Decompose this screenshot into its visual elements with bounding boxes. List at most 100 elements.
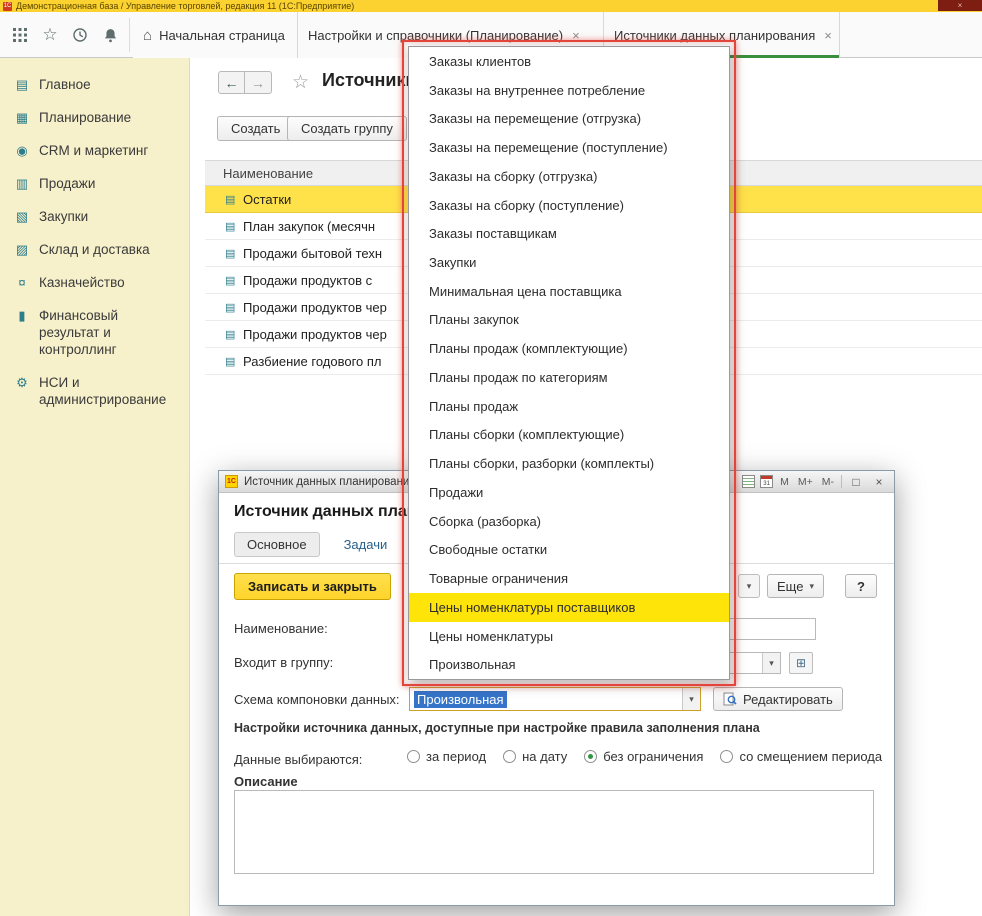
dropdown-item[interactable]: Заказы на перемещение (поступление) (409, 133, 729, 162)
sidebar-item-label: CRM и маркетинг (39, 142, 148, 159)
restore-window-icon[interactable]: □ (847, 474, 865, 490)
calc-m-plus-button[interactable]: M+ (796, 475, 815, 489)
calendar-icon[interactable]: 31 (760, 475, 773, 488)
data-select-label: Данные выбираются: (234, 752, 362, 767)
sidebar-item-label: Казначейство (39, 274, 125, 291)
group-choose-from-list-button[interactable]: ⊞ (789, 652, 813, 674)
window-close-button[interactable]: × (938, 0, 982, 11)
sidebar-item-treasury[interactable]: ¤Казначейство (0, 266, 189, 299)
split-button-arrow[interactable]: ▾ (738, 574, 760, 598)
app-logo-icon: 1С (3, 2, 12, 11)
data-source-icon: ▤ (225, 301, 243, 314)
dialog-titlebar-icons: 31 M M+ M- □ × (742, 474, 888, 490)
tab-home[interactable]: ⌂ Начальная страница (133, 12, 298, 58)
create-group-button[interactable]: Создать группу (287, 116, 407, 141)
row-label: Разбиение годового пл (243, 354, 382, 369)
sidebar-item-crm[interactable]: ◉CRM и маркетинг (0, 134, 189, 167)
dropdown-item[interactable]: Планы продаж (комплектующие) (409, 334, 729, 363)
sidebar-item-purchases[interactable]: ▧ Закупки (0, 200, 189, 233)
radio-bez-ogranicheniya[interactable]: без ограничения (584, 749, 703, 764)
calc-m-minus-button[interactable]: M- (820, 475, 836, 489)
schema-field-label: Схема компоновки данных: (234, 692, 400, 707)
notifications-bell-icon[interactable] (98, 23, 122, 47)
dropdown-item[interactable]: Заказы клиентов (409, 47, 729, 76)
dropdown-item[interactable]: Заказы на сборку (поступление) (409, 191, 729, 220)
sales-section-icon: ▥ (14, 175, 30, 192)
row-label: Продажи продуктов чер (243, 300, 387, 315)
help-button[interactable]: ? (845, 574, 877, 598)
sidebar-item-label: Закупки (39, 208, 88, 225)
service-menu-icon[interactable] (8, 23, 32, 47)
add-to-favorites-star-icon[interactable]: ☆ (292, 71, 309, 94)
dropdown-item[interactable]: Заказы на внутреннее потребление (409, 76, 729, 105)
dropdown-item[interactable]: Планы закупок (409, 306, 729, 335)
favorites-icon[interactable]: ☆ (38, 23, 62, 47)
sidebar-item-planning[interactable]: ▦Планирование (0, 101, 189, 134)
sidebar-item-nsi-admin[interactable]: ⚙НСИ и администрирование (0, 366, 189, 416)
radio-label: без ограничения (603, 749, 703, 764)
sidebar-item-label: Главное (39, 76, 91, 93)
schema-dropdown-arrow-icon[interactable]: ▾ (682, 688, 700, 710)
titlebar-separator (841, 475, 842, 488)
row-label: Остатки (243, 192, 291, 207)
dropdown-item[interactable]: Товарные ограничения (409, 564, 729, 593)
edit-schema-button[interactable]: Редактировать (713, 687, 843, 711)
section-sidebar: ▤Главное ▦Планирование ◉CRM и маркетинг … (0, 58, 190, 916)
row-label: Продажи продуктов чер (243, 327, 387, 342)
schema-combobox[interactable]: Произвольная ▾ (409, 687, 701, 711)
data-source-icon: ▤ (225, 328, 243, 341)
sidebar-item-main[interactable]: ▤Главное (0, 68, 189, 101)
more-button[interactable]: Еще ▾ (767, 574, 824, 598)
dropdown-item[interactable]: Свободные остатки (409, 535, 729, 564)
toolbar-separator (129, 18, 130, 52)
forward-button[interactable]: → (245, 71, 272, 94)
dropdown-item[interactable]: Планы продаж по категориям (409, 363, 729, 392)
dropdown-item[interactable]: Сборка (разборка) (409, 507, 729, 536)
dropdown-item[interactable]: Планы продаж (409, 392, 729, 421)
group-field-label: Входит в группу: (234, 655, 333, 670)
navigation-buttons: ← → (218, 71, 272, 94)
dropdown-item[interactable]: Цены номенклатуры (409, 622, 729, 651)
radio-so-smeshcheniem[interactable]: со смещением периода (720, 749, 882, 764)
history-icon[interactable] (68, 23, 92, 47)
admin-gear-icon: ⚙ (14, 374, 30, 408)
tab-close-icon[interactable]: × (824, 28, 832, 43)
tab-home-label: Начальная страница (159, 28, 285, 43)
dropdown-item[interactable]: Заказы на перемещение (отгрузка) (409, 104, 729, 133)
sidebar-item-financial-result[interactable]: ▮Финансовый результат и контроллинг (0, 299, 189, 366)
close-dialog-icon[interactable]: × (870, 474, 888, 490)
radio-circle-icon (407, 750, 420, 763)
tab-close-icon[interactable]: × (572, 28, 580, 43)
sidebar-item-warehouse[interactable]: ▨Склад и доставка (0, 233, 189, 266)
purchases-section-icon: ▧ (14, 208, 30, 225)
dropdown-item[interactable]: Минимальная цена поставщика (409, 277, 729, 306)
description-textarea[interactable] (234, 790, 874, 874)
form-tab-main[interactable]: Основное (234, 532, 320, 557)
radio-na-datu[interactable]: на дату (503, 749, 567, 764)
dropdown-item[interactable]: Заказы поставщикам (409, 219, 729, 248)
radio-za-period[interactable]: за период (407, 749, 486, 764)
data-select-radio-group: за период на дату без ограничения со сме… (407, 749, 882, 764)
back-button[interactable]: ← (218, 71, 245, 94)
dropdown-item-selected[interactable]: Цены номенклатуры поставщиков (409, 593, 729, 622)
data-source-icon: ▤ (225, 220, 243, 233)
data-source-icon: ▤ (225, 247, 243, 260)
dropdown-item[interactable]: Произвольная (409, 650, 729, 679)
dropdown-item[interactable]: Планы сборки, разборки (комплекты) (409, 449, 729, 478)
data-source-icon: ▤ (225, 193, 243, 206)
save-and-close-button[interactable]: Записать и закрыть (234, 573, 391, 600)
sidebar-item-sales[interactable]: ▥ Продажи (0, 167, 189, 200)
spreadsheet-icon[interactable] (742, 475, 755, 488)
dropdown-item[interactable]: Продажи (409, 478, 729, 507)
radio-label: со смещением периода (739, 749, 882, 764)
dropdown-item[interactable]: Планы сборки (комплектующие) (409, 421, 729, 450)
home-icon: ⌂ (143, 27, 152, 44)
1c-logo-icon: 1С (225, 475, 238, 488)
dropdown-item[interactable]: Заказы на сборку (отгрузка) (409, 162, 729, 191)
create-button[interactable]: Создать (217, 116, 294, 141)
group-dropdown-arrow-icon[interactable]: ▾ (762, 653, 780, 673)
calc-m-button[interactable]: M (778, 475, 791, 489)
sidebar-item-label: Продажи (39, 175, 95, 192)
form-tab-tasks[interactable]: Задачи (344, 537, 388, 552)
dropdown-item[interactable]: Закупки (409, 248, 729, 277)
